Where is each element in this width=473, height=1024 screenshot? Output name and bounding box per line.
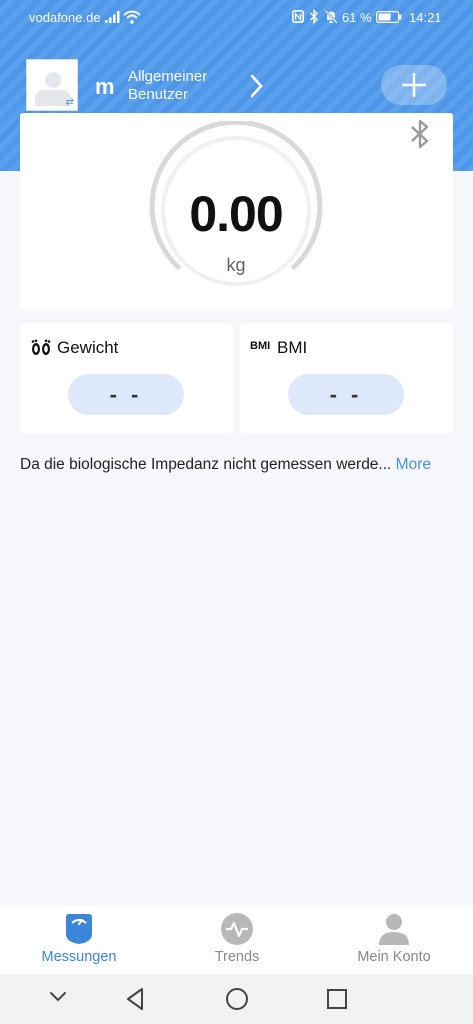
back-icon[interactable] xyxy=(124,987,146,1011)
more-link[interactable]: More xyxy=(396,456,431,473)
footprints-icon xyxy=(31,339,51,355)
recent-apps-icon[interactable] xyxy=(326,988,348,1010)
user-name[interactable]: Allgemeiner Benutzer xyxy=(128,68,238,104)
add-button[interactable] xyxy=(381,65,447,105)
tab-messungen[interactable]: Messungen xyxy=(0,906,158,974)
nav-label: Mein Konto xyxy=(357,949,431,965)
pulse-icon xyxy=(221,913,253,945)
person-icon xyxy=(379,914,409,945)
nfc-icon xyxy=(292,10,304,23)
plus-icon xyxy=(402,73,426,97)
collapse-chevron-icon[interactable] xyxy=(48,990,68,1004)
signal-icon xyxy=(105,11,120,23)
metric-value: - - xyxy=(68,374,184,415)
nav-label: Messungen xyxy=(41,949,117,965)
metric-value: - - xyxy=(288,374,404,415)
system-navigation-bar xyxy=(0,974,473,1024)
switch-user-icon[interactable]: ⇄ xyxy=(66,97,74,109)
bmi-icon: BMI xyxy=(250,340,271,352)
bottom-navigation: Messungen Trends Mein Konto xyxy=(0,906,473,974)
weight-unit: kg xyxy=(226,255,246,275)
metric-title: Gewicht xyxy=(57,338,119,357)
bmi-metric-card[interactable]: BMI BMI - - xyxy=(240,323,453,433)
user-avatar[interactable]: ⇄ xyxy=(26,59,78,111)
carrier-label: vodafone.de xyxy=(29,10,101,25)
battery-percent: 61 % xyxy=(342,10,372,25)
notice-text: Da die biologische Impedanz nicht gemess… xyxy=(20,456,392,473)
chevron-right-icon[interactable] xyxy=(249,73,265,99)
clock: 14:21 xyxy=(409,10,442,25)
wifi-icon xyxy=(123,10,141,24)
tab-trends[interactable]: Trends xyxy=(158,906,316,974)
weight-metric-card[interactable]: Gewicht - - xyxy=(20,323,233,433)
bluetooth-icon[interactable] xyxy=(407,118,433,150)
tab-mein-konto[interactable]: Mein Konto xyxy=(315,906,473,974)
impedance-notice: Da die biologische Impedanz nicht gemess… xyxy=(20,456,453,474)
home-icon[interactable] xyxy=(225,987,249,1011)
weight-display-card: 0.00 kg xyxy=(20,113,453,310)
status-bar: vodafone.de 61 % 14:21 xyxy=(0,0,473,34)
scale-icon xyxy=(66,914,92,944)
avatar-head-shape xyxy=(45,72,61,88)
bluetooth-status-icon xyxy=(310,9,318,24)
muted-bell-icon xyxy=(324,9,338,24)
metric-title: BMI xyxy=(277,338,308,357)
nav-label: Trends xyxy=(214,949,260,965)
weight-value: 0.00 xyxy=(189,186,283,242)
battery-icon xyxy=(376,11,402,23)
user-initial: m xyxy=(95,74,115,99)
